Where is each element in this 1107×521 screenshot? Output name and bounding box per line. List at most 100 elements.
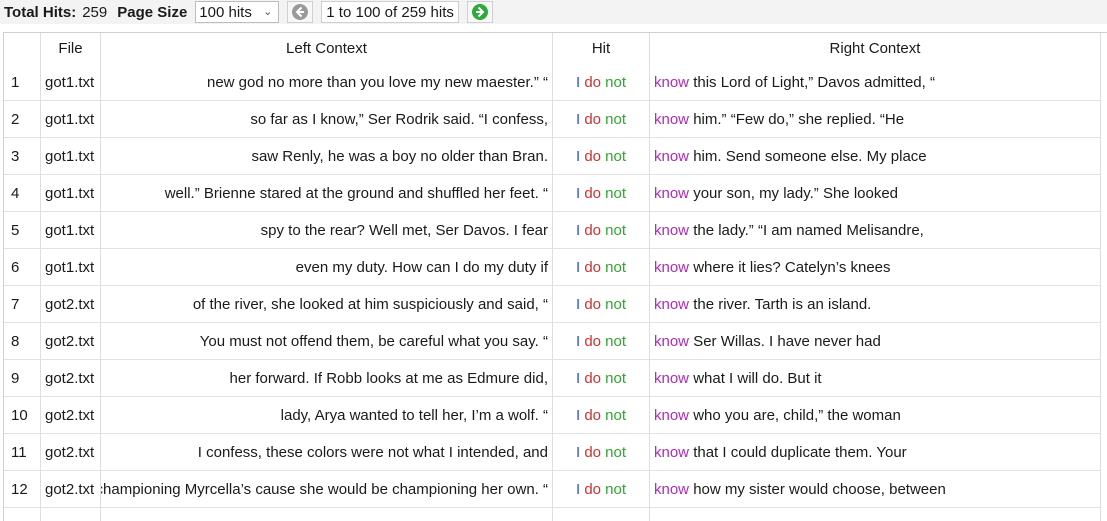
left-context-text: her forward. If Robb looks at me as Edmu… (229, 369, 548, 387)
file-cell: got1.txt (41, 175, 101, 212)
left-context-text: championing Myrcella’s cause she would b… (101, 480, 548, 498)
right-context-text: that I could duplicate them. Your (689, 443, 907, 461)
table-row[interactable]: 12 got2.txt championing Myrcella’s cause s… (4, 471, 1104, 508)
file-cell: got2.txt (41, 286, 101, 323)
row-index: 8 (4, 323, 41, 360)
row-index: 12 (4, 471, 41, 508)
left-context-cell: well.” Brienne stared at the ground and … (101, 175, 553, 212)
page-range-text: 1 to 100 of 259 hits (326, 3, 454, 21)
right-context-cell: know this Lord of Light,” Davos admitted… (650, 64, 1101, 101)
header-file[interactable]: File (41, 33, 101, 64)
hit-word-3: not (605, 406, 627, 424)
hit-word-3: not (605, 443, 627, 461)
left-context-text: saw Renly, he was a boy no older than Br… (251, 147, 548, 165)
left-context-cell: saw Renly, he was a boy no older than Br… (101, 138, 553, 175)
right-context-cell: know that I could duplicate them. Your (650, 434, 1101, 471)
page-size-value: 100 hits (199, 3, 252, 21)
next-page-button[interactable] (466, 1, 493, 23)
right-context-text: how my sister would choose, between (689, 480, 946, 498)
row-index: 11 (4, 434, 41, 471)
table-row[interactable]: 4 got1.txt well.” Brienne stared at the gr… (4, 175, 1104, 212)
right-context-cell (650, 508, 1101, 521)
hit-word-2: do (584, 73, 601, 91)
right-context-cell: know where it lies? Catelyn’s knees (650, 249, 1101, 286)
hits-table: File Left Context Hit Right Context 1 got… (3, 32, 1107, 521)
right-context-text: Ser Willas. I have never had (689, 332, 881, 350)
hit-word-2: do (584, 332, 601, 350)
hit-keyword: know (654, 480, 690, 498)
header-left-context[interactable]: Left Context (101, 33, 553, 64)
hit-keyword: know (654, 73, 690, 91)
table-row[interactable]: 8 got2.txt You must not offend them, be ca… (4, 323, 1104, 360)
table-row[interactable]: 7 got2.txt of the river, she looked at him… (4, 286, 1104, 323)
hit-keyword: know (654, 369, 690, 387)
table-row[interactable]: 3 got1.txt saw Renly, he was a boy no olde… (4, 138, 1104, 175)
right-context-cell: know Ser Willas. I have never had (650, 323, 1101, 360)
hit-word-2: do (584, 258, 601, 276)
hit-word-3: not (605, 184, 627, 202)
file-cell: got1.txt (41, 64, 101, 101)
left-context-text: so far as I know,” Ser Rodrik said. “I c… (250, 110, 548, 128)
left-context-text: well.” Brienne stared at the ground and … (164, 184, 548, 202)
hit-cell: I do not (553, 249, 650, 286)
right-context-cell: know your son, my lady.” She looked (650, 175, 1101, 212)
right-context-cell: know him.” “Few do,” she replied. “He (650, 101, 1101, 138)
right-context-cell: know the lady.” “I am named Melisandre, (650, 212, 1101, 249)
file-cell: got1.txt (41, 249, 101, 286)
total-hits-value: 259 (82, 3, 108, 21)
left-context-cell: new god no more than you love my new mae… (101, 64, 553, 101)
right-context-text: your son, my lady.” She looked (689, 184, 899, 202)
hit-word-1: I (575, 332, 581, 350)
right-context-text: the river. Tarth is an island. (689, 295, 872, 313)
table-header: File Left Context Hit Right Context (4, 33, 1104, 64)
row-index: 1 (4, 64, 41, 101)
hit-word-1: I (575, 221, 581, 239)
hit-keyword: know (654, 295, 690, 313)
table-row[interactable]: 5 got1.txt spy to the rear? Well met, Ser … (4, 212, 1104, 249)
row-index: 10 (4, 397, 41, 434)
hit-word-2: do (584, 221, 601, 239)
row-index: 4 (4, 175, 41, 212)
hit-keyword: know (654, 332, 690, 350)
hit-keyword: know (654, 258, 690, 276)
left-context-cell: her forward. If Robb looks at me as Edmu… (101, 360, 553, 397)
row-index: 3 (4, 138, 41, 175)
hit-word-1: I (575, 73, 581, 91)
table-row[interactable]: 2 got1.txt so far as I know,” Ser Rodrik s… (4, 101, 1104, 138)
row-index: 9 (4, 360, 41, 397)
header-right-context[interactable]: Right Context (650, 33, 1101, 64)
table-row[interactable]: 10 got2.txt lady, Arya wanted to tell her,… (4, 397, 1104, 434)
left-context-text: I confess, these colors were not what I … (197, 443, 548, 461)
header-hit[interactable]: Hit (553, 33, 650, 64)
hit-word-3: not (605, 221, 627, 239)
hit-cell: I do not (553, 101, 650, 138)
hit-word-1: I (575, 258, 581, 276)
left-context-cell: so far as I know,” Ser Rodrik said. “I c… (101, 101, 553, 138)
table-row[interactable]: 11 got2.txt I confess, these colors were n… (4, 434, 1104, 471)
header-index[interactable] (4, 33, 41, 64)
hit-word-2: do (584, 480, 601, 498)
page-size-label: Page Size (117, 3, 188, 21)
page-size-select[interactable]: 100 hits ⌄ (195, 1, 280, 23)
hit-word-1: I (575, 480, 581, 498)
hit-word-3: not (605, 147, 627, 165)
table-row[interactable]: 9 got2.txt her forward. If Robb looks at m… (4, 360, 1104, 397)
hit-word-3: not (605, 110, 627, 128)
table-row[interactable]: 6 got1.txt even my duty. How can I do my d… (4, 249, 1104, 286)
right-context-text: him.” “Few do,” she replied. “He (689, 110, 905, 128)
left-context-text: new god no more than you love my new mae… (206, 73, 548, 91)
hit-cell: I do not (553, 360, 650, 397)
prev-page-button[interactable] (287, 1, 314, 23)
hit-cell: I do not (553, 471, 650, 508)
chevron-down-icon: ⌄ (263, 6, 273, 18)
left-context-text: of the river, she looked at him suspicio… (192, 295, 548, 313)
file-cell: got2.txt (41, 434, 101, 471)
file-cell: got2.txt (41, 397, 101, 434)
hit-word-2: do (584, 184, 601, 202)
left-context-cell: You must not offend them, be careful wha… (101, 323, 553, 360)
arrow-right-circle-icon (471, 4, 488, 20)
left-context-cell (101, 508, 553, 521)
right-context-cell: know him. Send someone else. My place (650, 138, 1101, 175)
row-index (4, 508, 41, 521)
table-row[interactable]: 1 got1.txt new god no more than you love m… (4, 64, 1104, 101)
